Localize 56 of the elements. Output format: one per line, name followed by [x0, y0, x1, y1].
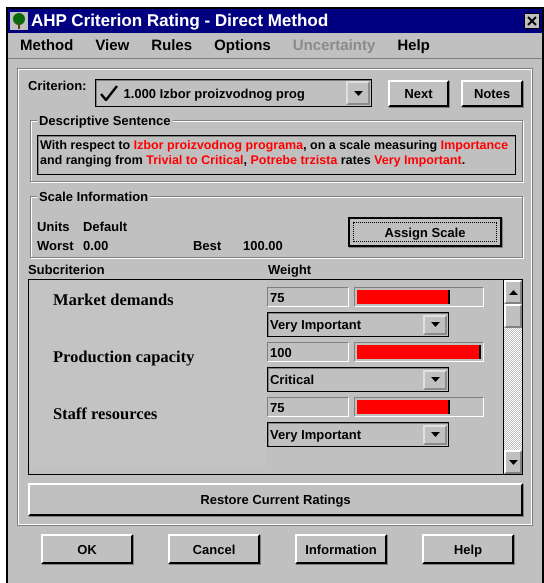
criterion-dropdown[interactable]: 1.000 Izbor proizvodnog prog	[94, 79, 372, 107]
tree-icon	[10, 12, 28, 30]
caret-icon	[430, 432, 440, 437]
dialog-button[interactable]: Cancel	[168, 534, 260, 564]
caret-icon	[430, 322, 440, 327]
worst-value: 0.00	[83, 238, 110, 253]
rating-dropdown[interactable]: Very Important	[267, 422, 449, 447]
group-title: Scale Information	[37, 189, 150, 204]
rating-dropdown[interactable]: Critical	[267, 367, 449, 392]
subcriterion-name: Market demands	[53, 290, 175, 310]
best-value: 100.00	[243, 238, 284, 253]
rating-dropdown[interactable]: Very Important	[267, 312, 449, 337]
menu-item[interactable]: Options	[214, 37, 271, 54]
dialog-button[interactable]: OK	[41, 534, 133, 564]
rating-value: Critical	[269, 372, 316, 387]
up-arrow-icon	[508, 290, 518, 294]
dialog-button[interactable]: Notes	[461, 80, 523, 106]
scroll-down-button[interactable]	[504, 450, 522, 474]
column-header: Subcriterion	[28, 262, 106, 277]
dialog-button[interactable]: Help	[422, 534, 514, 564]
weight-field[interactable]: 100	[267, 342, 349, 362]
menu-item[interactable]: Help	[397, 37, 430, 54]
dialog-button[interactable]: Next	[388, 80, 449, 106]
weight-field[interactable]: 75	[267, 397, 349, 417]
scroll-up-button[interactable]	[504, 280, 522, 304]
scroll-thumb[interactable]	[504, 304, 522, 328]
close-button[interactable]	[524, 13, 540, 29]
rating-value: Very Important	[269, 427, 362, 442]
restore-button[interactable]: Restore Current Ratings	[28, 483, 523, 516]
subcriterion-name: Staff resources	[53, 404, 158, 424]
best-label: Best	[193, 238, 222, 253]
window-title: AHP Criterion Rating - Direct Method	[31, 11, 330, 31]
assign-scale-button[interactable]: Assign Scale	[348, 217, 502, 247]
criterion-value: 1.000 Izbor proizvodnog prog	[122, 86, 306, 100]
dialog-button[interactable]: Information	[295, 534, 387, 564]
descriptive-sentence: With respect to Izbor proizvodnog programa, on a scale measuring Importance and ranging from Trivial to Critical, Potrebe trzista rates Very Important.	[37, 135, 516, 175]
scrollbar[interactable]	[503, 279, 523, 475]
subcriterion-name: Production capacity	[53, 347, 196, 367]
caret-icon	[430, 377, 440, 382]
menu-item[interactable]: Rules	[151, 37, 192, 54]
column-header: Weight	[268, 262, 312, 277]
dropdown-button[interactable]	[423, 424, 447, 444]
units-value: Default	[83, 219, 128, 234]
units-label: Units	[37, 219, 70, 234]
menu-item[interactable]: Method	[20, 37, 74, 54]
dropdown-button[interactable]	[423, 314, 447, 334]
dropdown-button[interactable]	[346, 81, 370, 105]
rating-value: Very Important	[269, 317, 362, 332]
down-arrow-icon	[508, 460, 518, 464]
worst-label: Worst	[37, 238, 75, 253]
weight-field[interactable]: 75	[267, 287, 349, 307]
group-title: Descriptive Sentence	[37, 113, 173, 128]
caret-icon	[354, 90, 362, 96]
dropdown-button[interactable]	[423, 370, 447, 390]
criterion-label: Criterion:	[28, 78, 86, 93]
menu-item[interactable]: View	[95, 37, 130, 54]
